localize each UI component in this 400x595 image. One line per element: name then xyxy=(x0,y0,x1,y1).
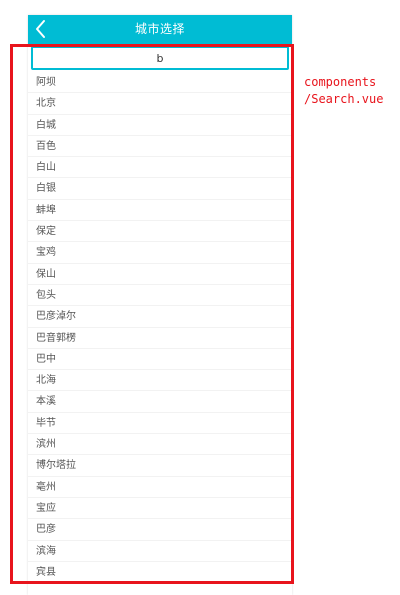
canvas: 城市选择 阿坝北京白城百色白山白银蚌埠保定宝鸡保山包头巴彦淖尔巴音郭楞巴中北海本… xyxy=(0,0,400,595)
city-list-item[interactable]: 白城 xyxy=(28,115,292,136)
city-list-item[interactable]: 保山 xyxy=(28,264,292,285)
city-list-item[interactable]: 保定 xyxy=(28,221,292,243)
city-list-item[interactable]: 本溪 xyxy=(28,391,292,413)
city-list-item[interactable]: 北海 xyxy=(28,370,292,392)
city-list-item[interactable]: 巴中 xyxy=(28,349,292,371)
city-list-item[interactable]: 白山 xyxy=(28,157,292,179)
page-title: 城市选择 xyxy=(134,22,185,36)
header-bar: 城市选择 xyxy=(28,15,292,44)
city-list-item[interactable]: 白银 xyxy=(28,178,292,200)
city-list-item[interactable]: 北京 xyxy=(28,93,292,115)
city-list-item[interactable]: 宾县 xyxy=(28,562,292,584)
city-list: 阿坝 北京 白城 百色 白山 白银 蚌埠 保定 宝鸡 保山 包头 巴彦淖尔 巴音郭楞 巴中 北海 本溪 毕节 滨州… xyxy=(28,72,292,584)
city-list-item[interactable]: 宝鸡 xyxy=(28,242,292,264)
city-list-item[interactable]: 滨州 xyxy=(28,434,292,456)
city-list-item[interactable]: 宝应 xyxy=(28,498,292,520)
city-list-item[interactable]: 博尔塔拉 xyxy=(28,455,292,477)
city-list-item[interactable]: 包头 xyxy=(28,285,292,307)
component-annotation: components /Search.vue xyxy=(304,74,383,108)
city-list-item[interactable]: 巴彦淖尔 xyxy=(28,306,292,328)
search-bar xyxy=(28,44,292,72)
city-list-item[interactable]: 阿坝 xyxy=(28,72,292,94)
city-list-item[interactable]: 滨海 xyxy=(28,541,292,562)
city-list-item[interactable]: 百色 xyxy=(28,136,292,158)
city-list-item[interactable]: 巴彦 xyxy=(28,519,292,541)
app-screen: 城市选择 阿坝北京白城百色白山白银蚌埠保定宝鸡保山包头巴彦淖尔巴音郭楞巴中北海本… xyxy=(28,15,292,595)
city-list-item[interactable]: 蚌埠 xyxy=(28,200,292,222)
annotation-line-2: /Search.vue xyxy=(304,92,384,106)
city-list-item[interactable]: 巴音郭楞 xyxy=(28,328,292,349)
annotation-line-1: components xyxy=(304,75,377,89)
search-input[interactable] xyxy=(31,46,289,70)
city-list-item[interactable]: 毕节 xyxy=(28,413,292,435)
city-list-item[interactable]: 亳州 xyxy=(28,477,292,498)
